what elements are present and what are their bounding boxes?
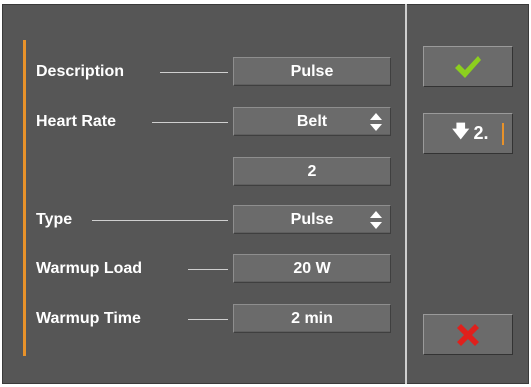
description-value: Pulse [290, 62, 334, 80]
description-field[interactable]: Pulse [233, 57, 391, 86]
warmup-time-field[interactable]: 2 min [233, 304, 391, 333]
cross-icon [457, 323, 479, 346]
checkmark-icon [455, 55, 481, 78]
belt-channel-value: 2 [307, 162, 317, 180]
belt-channel-field[interactable]: 2 [233, 157, 391, 186]
spinner-icon[interactable] [370, 211, 382, 229]
cancel-button[interactable] [423, 314, 513, 355]
heart-rate-value: Belt [296, 112, 328, 130]
warmup-load-value: 20 W [293, 259, 331, 277]
heart-rate-leader [152, 122, 228, 123]
warmup-time-leader [188, 319, 228, 320]
heart-rate-select[interactable]: Belt [233, 107, 391, 136]
accent-bar [23, 40, 26, 356]
warmup-load-field[interactable]: 20 W [233, 254, 391, 283]
type-label: Type [36, 211, 73, 228]
confirm-button[interactable] [423, 46, 513, 87]
next-page-button[interactable]: 🡇 2. [423, 113, 513, 154]
spinner-icon[interactable] [370, 113, 382, 131]
heart-rate-label: Heart Rate [36, 113, 117, 130]
type-leader [92, 220, 228, 221]
panel-divider [405, 4, 407, 384]
warmup-time-value: 2 min [291, 309, 333, 327]
type-value: Pulse [290, 210, 334, 228]
description-leader [160, 72, 228, 73]
arrow-down-icon: 🡇 [452, 122, 470, 141]
next-page-label: 2. [473, 123, 489, 143]
warmup-load-leader [188, 269, 228, 270]
warmup-load-label: Warmup Load [36, 260, 143, 277]
description-label: Description [36, 63, 125, 80]
type-select[interactable]: Pulse [233, 205, 391, 234]
next-page-indicator [502, 123, 504, 145]
warmup-time-label: Warmup Time [36, 310, 141, 327]
